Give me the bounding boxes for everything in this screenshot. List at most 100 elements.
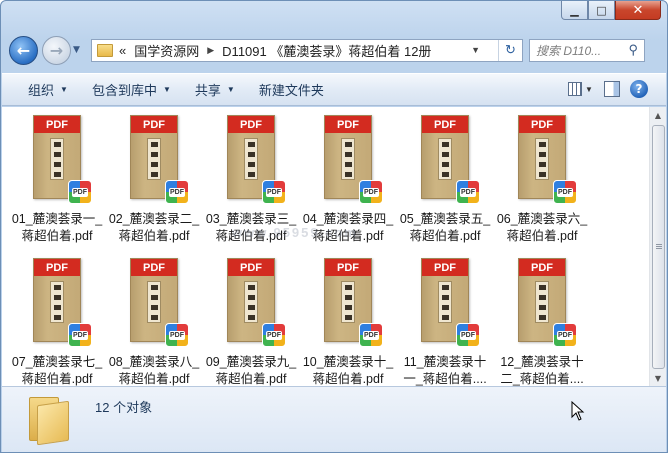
file-list-area[interactable]: PDF PDF 01_麓澳荟录一_ 蒋超伯着.pdf PDF PDF 02_麓澳荟录二_ 蒋超… [2, 107, 666, 387]
book-title-slip [50, 138, 64, 180]
help-icon[interactable]: ? [630, 80, 648, 98]
pdf-app-badge-icon: PDF [165, 180, 189, 204]
address-overflow-chevron[interactable]: « [119, 43, 126, 58]
breadcrumb-item[interactable]: D11091 《麓澳荟录》蒋超伯着 12册 [222, 41, 431, 60]
organize-menu[interactable]: 组织 ▼ [2, 74, 80, 105]
back-button[interactable]: ← [9, 35, 38, 65]
pdf-band-label: PDF [34, 116, 80, 133]
pdf-thumbnail-icon: PDF PDF [227, 115, 286, 204]
file-item[interactable]: PDF PDF 01_麓澳荟录一_ 蒋超伯着.pdf [10, 113, 104, 249]
breadcrumb-separator-icon[interactable]: ▶ [207, 45, 214, 56]
file-item[interactable]: PDF PDF 10_麓澳荟录十_ 蒋超伯着.pdf [301, 256, 395, 392]
address-dropdown-icon[interactable]: ▼ [471, 45, 480, 55]
pdf-band-label: PDF [228, 116, 274, 133]
minimize-button[interactable]: ▁ [561, 1, 588, 20]
share-menu[interactable]: 共享 ▼ [183, 74, 247, 105]
pdf-app-badge-icon: PDF [262, 180, 286, 204]
pdf-thumbnail-icon: PDF PDF [227, 258, 286, 347]
book-title-slip [244, 281, 258, 323]
forward-button[interactable]: → [42, 35, 71, 65]
close-button[interactable]: ✕ [615, 1, 661, 20]
preview-pane-icon[interactable] [604, 81, 620, 97]
maximize-button[interactable]: □ [588, 1, 615, 20]
pdf-app-badge-icon: PDF [456, 323, 480, 347]
recent-pages-dropdown[interactable]: ▼ [73, 45, 87, 55]
share-label: 共享 [194, 83, 221, 98]
pdf-thumbnail-icon: PDF PDF [324, 258, 383, 347]
file-name-line1: 12_麓澳荟录十 [500, 355, 584, 369]
folder-icon [97, 43, 113, 57]
book-title-slip [244, 138, 258, 180]
pdf-thumbnail-icon: PDF PDF [130, 258, 189, 347]
scroll-up-icon[interactable]: ▲ [650, 107, 666, 124]
pdf-app-badge-icon: PDF [165, 323, 189, 347]
pdf-band-label: PDF [34, 259, 80, 276]
new-folder-label: 新建文件夹 [258, 83, 324, 98]
new-folder-button[interactable]: 新建文件夹 [247, 74, 336, 105]
file-name: 08_麓澳荟录八_ 蒋超伯着.pdf [106, 354, 202, 388]
file-name: 02_麓澳荟录二_ 蒋超伯着.pdf [106, 211, 202, 245]
file-name-line1: 08_麓澳荟录八_ [108, 355, 200, 369]
scroll-down-icon[interactable]: ▼ [650, 370, 666, 387]
file-name-line1: 07_麓澳荟录七_ [11, 355, 103, 369]
pdf-band-label: PDF [519, 116, 565, 133]
pdf-band-label: PDF [131, 259, 177, 276]
book-title-slip [535, 281, 549, 323]
file-item[interactable]: PDF PDF 08_麓澳荟录八_ 蒋超伯着.pdf [107, 256, 201, 392]
file-item[interactable]: PDF PDF 12_麓澳荟录十 二_蒋超伯着.... [495, 256, 589, 392]
file-name: 09_麓澳荟录九_ 蒋超伯着.pdf [203, 354, 299, 388]
pdf-app-badge-icon: PDF [456, 180, 480, 204]
file-item[interactable]: PDF PDF 11_麓澳荟录十 一_蒋超伯着.... [398, 256, 492, 392]
file-name-line1: 09_麓澳荟录九_ [205, 355, 297, 369]
watermark: www.95959.com [232, 225, 358, 240]
include-in-library-menu[interactable]: 包含到库中 ▼ [80, 74, 183, 105]
pdf-band-label: PDF [422, 259, 468, 276]
file-item[interactable]: PDF PDF 06_麓澳荟录六_ 蒋超伯着.pdf [495, 113, 589, 249]
pdf-thumbnail-icon: PDF PDF [421, 115, 480, 204]
book-title-slip [50, 281, 64, 323]
file-item[interactable]: PDF PDF 09_麓澳荟录九_ 蒋超伯着.pdf [204, 256, 298, 392]
file-item[interactable]: PDF PDF 05_麓澳荟录五_ 蒋超伯着.pdf [398, 113, 492, 249]
chevron-down-icon: ▼ [226, 85, 235, 94]
mouse-cursor-icon [571, 401, 585, 421]
file-name-line1: 11_麓澳荟录十 [403, 355, 487, 369]
navigation-bar: ← → ▼ « 国学资源网 ▶ D11091 《麓澳荟录》蒋超伯着 12册 ▼ … [9, 35, 659, 65]
details-pane: 12 个对象 [2, 386, 666, 452]
file-name: 11_麓澳荟录十 一_蒋超伯着.... [397, 354, 493, 388]
refresh-button[interactable]: ↻ [498, 39, 522, 61]
file-name-line1: 05_麓澳荟录五_ [399, 212, 491, 226]
pdf-band-label: PDF [325, 116, 371, 133]
search-box[interactable]: 搜索 D110... ⚲ [529, 38, 645, 62]
command-bar: 组织 ▼ 包含到库中 ▼ 共享 ▼ 新建文件夹 ▼ ? [2, 73, 666, 106]
pdf-app-badge-icon: PDF [68, 323, 92, 347]
scrollbar-thumb[interactable] [652, 125, 665, 369]
book-title-slip [438, 138, 452, 180]
file-name: 07_麓澳荟录七_ 蒋超伯着.pdf [9, 354, 105, 388]
pdf-band-label: PDF [519, 259, 565, 276]
breadcrumb-item[interactable]: 国学资源网 [134, 41, 199, 60]
address-bar[interactable]: « 国学资源网 ▶ D11091 《麓澳荟录》蒋超伯着 12册 ▼ ↻ [91, 38, 523, 62]
pdf-thumbnail-icon: PDF PDF [33, 258, 92, 347]
file-name-line1: 10_麓澳荟录十_ [302, 355, 394, 369]
chevron-down-icon[interactable]: ▼ [585, 85, 593, 94]
view-icon [568, 82, 582, 96]
file-item[interactable]: PDF PDF 02_麓澳荟录二_ 蒋超伯着.pdf [107, 113, 201, 249]
vertical-scrollbar[interactable]: ▲ ▼ [649, 107, 666, 387]
book-title-slip [147, 138, 161, 180]
pdf-band-label: PDF [228, 259, 274, 276]
search-input[interactable]: 搜索 D110... [536, 42, 601, 59]
pdf-app-badge-icon: PDF [359, 180, 383, 204]
file-name-line2: 蒋超伯着.pdf [118, 229, 190, 243]
pdf-app-badge-icon: PDF [553, 180, 577, 204]
change-view-button[interactable]: ▼ [568, 80, 594, 98]
search-icon[interactable]: ⚲ [628, 42, 638, 58]
pdf-thumbnail-icon: PDF PDF [518, 258, 577, 347]
file-name-line2: 蒋超伯着.pdf [409, 229, 481, 243]
file-name: 05_麓澳荟录五_ 蒋超伯着.pdf [397, 211, 493, 245]
explorer-window: ▁ □ ✕ ← → ▼ « 国学资源网 ▶ D11091 《麓澳荟录》蒋超伯着 … [0, 0, 668, 453]
file-name-line2: 蒋超伯着.pdf [506, 229, 578, 243]
include-library-label: 包含到库中 [91, 83, 157, 98]
book-title-slip [535, 138, 549, 180]
pdf-band-label: PDF [325, 259, 371, 276]
file-item[interactable]: PDF PDF 07_麓澳荟录七_ 蒋超伯着.pdf [10, 256, 104, 392]
